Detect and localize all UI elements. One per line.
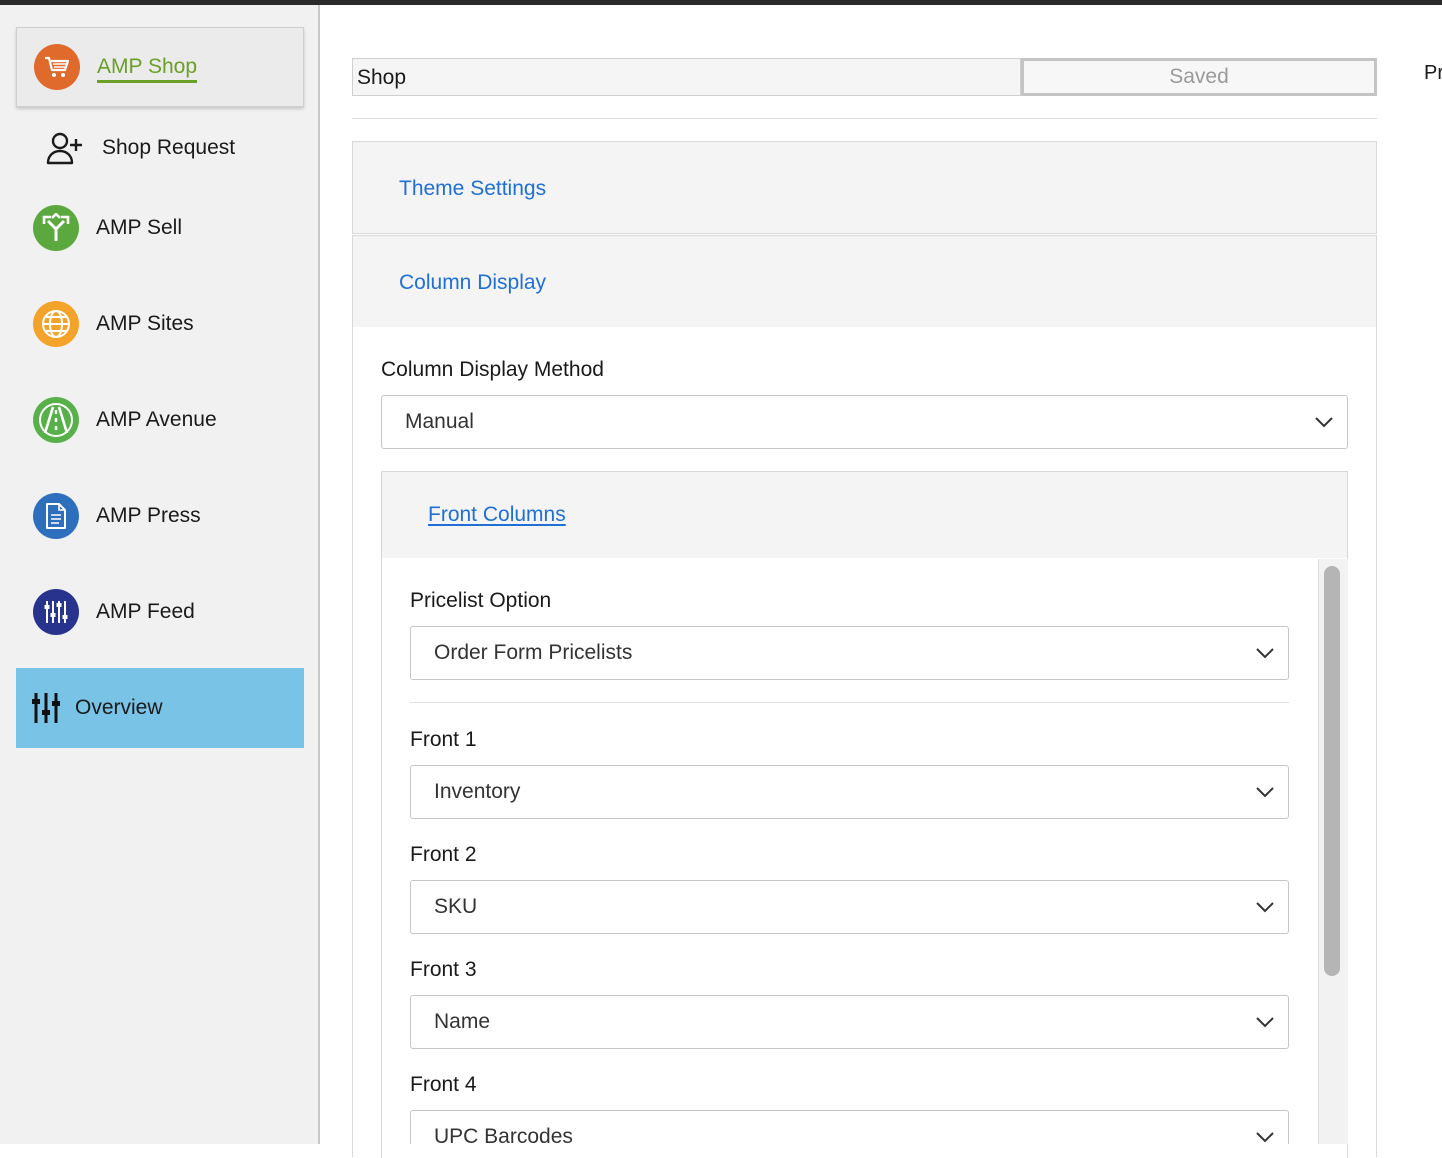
- sidebar-item-label: AMP Shop: [97, 55, 198, 78]
- sidebar-item-label: Shop Request: [102, 136, 236, 159]
- sidebar-item-amp-shop[interactable]: AMP Shop: [16, 27, 304, 107]
- sidebar-item-amp-feed[interactable]: AMP Feed: [16, 572, 304, 652]
- select-value: Name: [434, 1010, 491, 1033]
- sidebar-item-amp-avenue[interactable]: AMP Avenue: [16, 380, 304, 460]
- sidebar-item-label: AMP Press: [96, 504, 201, 527]
- select-value: SKU: [434, 895, 478, 918]
- column-display-method-select[interactable]: Manual: [381, 395, 1348, 449]
- scrollbar-thumb[interactable]: [1324, 566, 1340, 976]
- sliders-icon: [31, 691, 61, 725]
- select-value: Manual: [405, 410, 474, 433]
- column-display-title[interactable]: Column Display: [399, 271, 546, 295]
- front-3-label: Front 3: [410, 958, 477, 981]
- sidebar-item-label: Overview: [75, 696, 163, 719]
- pricelist-option-label: Pricelist Option: [410, 589, 552, 612]
- chevron-down-icon: [1256, 648, 1274, 659]
- shop-name-field[interactable]: Shop: [352, 58, 1021, 96]
- chevron-down-icon: [1256, 902, 1274, 913]
- front-2-label: Front 2: [410, 843, 477, 866]
- shop-header-row: Shop Saved: [352, 58, 1377, 96]
- globe-icon: [33, 301, 79, 347]
- sidebar-item-amp-sites[interactable]: AMP Sites: [16, 284, 304, 364]
- front-2-select[interactable]: SKU: [410, 880, 1289, 934]
- front-columns-title[interactable]: Front Columns: [428, 503, 566, 527]
- front-4-select[interactable]: UPC Barcodes: [410, 1110, 1289, 1144]
- sidebar-item-label: AMP Sell: [96, 216, 182, 239]
- select-value: Order Form Pricelists: [434, 641, 633, 664]
- sliders-icon: [33, 589, 79, 635]
- saved-button[interactable]: Saved: [1021, 58, 1377, 96]
- pricelist-option-select[interactable]: Order Form Pricelists: [410, 626, 1289, 680]
- truncated-right-text: Pr: [1424, 62, 1442, 84]
- chevron-down-icon: [1256, 787, 1274, 798]
- chevron-down-icon: [1256, 1132, 1274, 1143]
- front-4-label: Front 4: [410, 1073, 477, 1096]
- divider: [352, 118, 1377, 119]
- sidebar: AMP Shop Shop Request AMP Sell AMP Sites…: [0, 5, 320, 1144]
- chevron-down-icon: [1256, 1017, 1274, 1028]
- sidebar-item-label: AMP Sites: [96, 312, 194, 335]
- add-user-icon: [46, 125, 86, 171]
- sidebar-item-amp-sell[interactable]: AMP Sell: [16, 188, 304, 268]
- front-3-select[interactable]: Name: [410, 995, 1289, 1049]
- select-value: Inventory: [434, 780, 521, 803]
- theme-settings-panel[interactable]: Theme Settings: [352, 141, 1377, 234]
- cart-icon: [34, 44, 80, 90]
- chevron-down-icon: [1315, 417, 1333, 428]
- select-value: UPC Barcodes: [434, 1125, 573, 1144]
- road-icon: [33, 397, 79, 443]
- column-display-method-label: Column Display Method: [381, 358, 604, 381]
- arrows-split-icon: [33, 205, 79, 251]
- sidebar-item-amp-press[interactable]: AMP Press: [16, 476, 304, 556]
- sidebar-item-shop-request[interactable]: Shop Request: [16, 108, 304, 188]
- theme-settings-title[interactable]: Theme Settings: [399, 177, 546, 201]
- divider: [410, 702, 1289, 703]
- document-icon: [33, 493, 79, 539]
- front-columns-panel[interactable]: Front Columns: [381, 471, 1348, 559]
- sidebar-item-label: AMP Feed: [96, 600, 195, 623]
- sidebar-item-label: AMP Avenue: [96, 408, 217, 431]
- column-display-panel[interactable]: Column Display: [352, 235, 1377, 328]
- sidebar-item-overview[interactable]: Overview: [16, 668, 304, 748]
- front-1-label: Front 1: [410, 728, 477, 751]
- front-1-select[interactable]: Inventory: [410, 765, 1289, 819]
